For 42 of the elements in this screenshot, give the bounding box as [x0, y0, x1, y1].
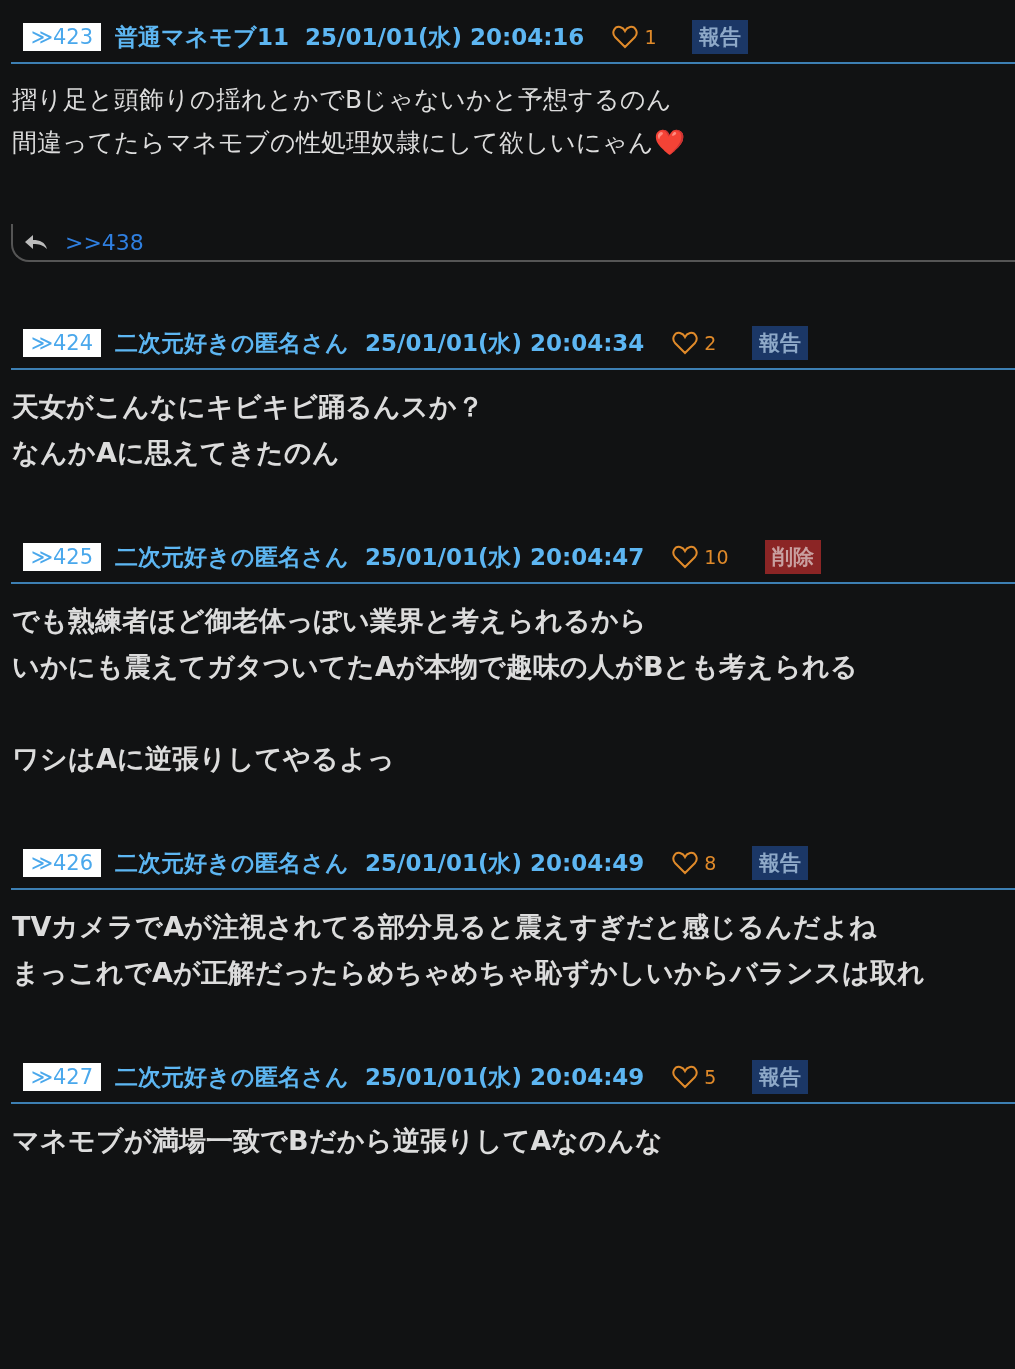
like-count: 1: [644, 26, 657, 48]
like-count: 8: [704, 852, 717, 874]
post-date: 25/01/01(水) 20:04:16: [305, 22, 585, 52]
post-date: 25/01/01(水) 20:04:47: [365, 542, 645, 572]
post-text: マネモブが満場一致でBだから逆張りしてAなのんな: [12, 1124, 665, 1158]
report-button[interactable]: 報告: [752, 326, 809, 360]
like-count: 2: [704, 332, 717, 354]
post-number[interactable]: ≫424: [23, 329, 102, 357]
delete-button[interactable]: 削除: [764, 540, 821, 574]
post-date: 25/01/01(水) 20:04:49: [365, 848, 645, 878]
poster-name: 二次元好きの匿名さん: [115, 848, 350, 878]
poster-name: 普通マネモブ11: [115, 22, 290, 52]
like-count: 5: [704, 1066, 717, 1088]
poster-name: 二次元好きの匿名さん: [115, 1062, 350, 1092]
poster-name: 二次元好きの匿名さん: [115, 542, 350, 572]
post-number[interactable]: ≫425: [23, 543, 102, 571]
report-button[interactable]: 報告: [692, 20, 749, 54]
post-text: ワシはAに逆張りしてやるよっ: [12, 742, 396, 776]
post-date: 25/01/01(水) 20:04:34: [365, 328, 645, 358]
post-text: 摺り足と頭飾りの揺れとかでBじゃないかと予想するのん: [12, 84, 674, 116]
report-button[interactable]: 報告: [752, 1060, 809, 1094]
post-text: いかにも震えてガタついてたAが本物で趣味の人がBとも考えられる: [12, 650, 860, 684]
post-text: まっこれでAが正解だったらめちゃめちゃ恥ずかしいからバランスは取れ: [12, 956, 926, 990]
post-date: 25/01/01(水) 20:04:49: [365, 1062, 645, 1092]
post-text: 間違ってたらマネモブの性処理奴隷にして欲しいにゃん❤: [12, 127, 686, 159]
post-text: TVカメラでAが注視されてる部分見ると震えすぎだと感じるんだよね: [12, 910, 879, 944]
post-text: でも熟練者ほど御老体っぽい業界と考えられるから: [12, 604, 648, 638]
heart-icon[interactable]: [672, 545, 699, 569]
post-number[interactable]: ≫423: [23, 23, 102, 51]
heart-icon[interactable]: [672, 1065, 699, 1089]
post-text: なんかAに思えてきたのん: [12, 436, 341, 470]
heart-icon[interactable]: [672, 851, 699, 875]
report-button[interactable]: 報告: [752, 846, 809, 880]
like-count: 10: [704, 546, 729, 568]
reply-link[interactable]: >>438: [65, 229, 144, 255]
post-number[interactable]: ≫427: [23, 1063, 102, 1091]
heart-icon[interactable]: [672, 331, 699, 355]
poster-name: 二次元好きの匿名さん: [115, 328, 350, 358]
post-text: 天女がこんなにキビキビ踊るんスか？: [12, 390, 485, 424]
reply-icon: [23, 233, 49, 251]
heart-icon[interactable]: [612, 25, 639, 49]
post-number[interactable]: ≫426: [23, 849, 102, 877]
